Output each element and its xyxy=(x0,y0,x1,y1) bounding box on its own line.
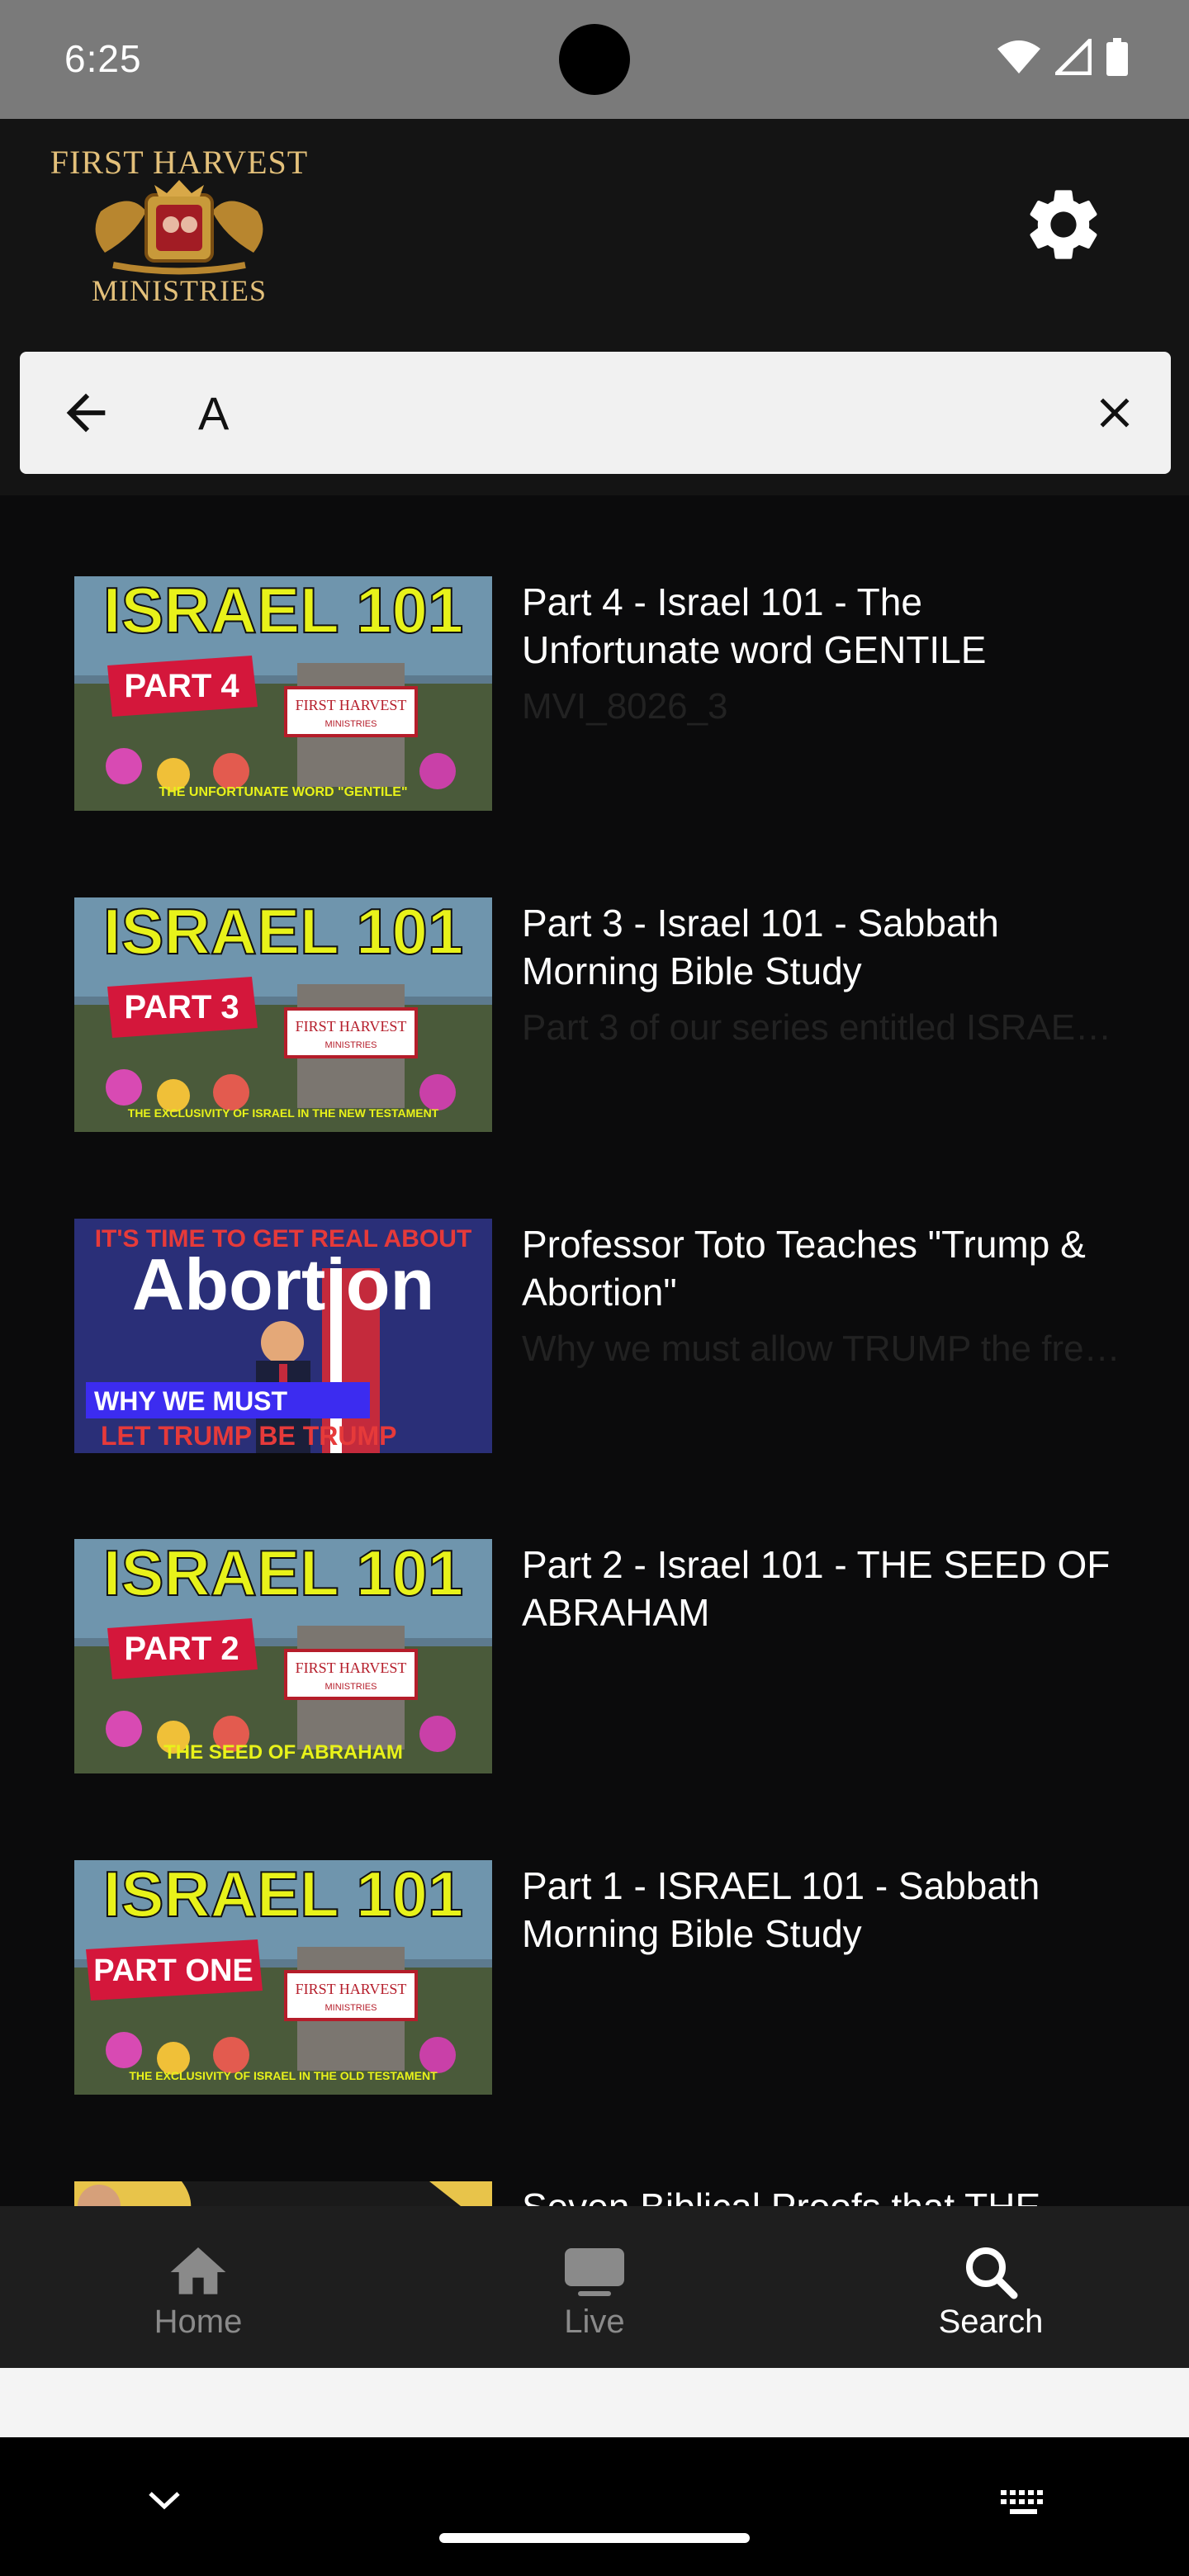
list-item[interactable]: FIRST HARVEST MINISTRIES ISRAEL 101 PART… xyxy=(0,1860,1189,2182)
nav-item-search[interactable]: Search xyxy=(793,2206,1189,2368)
home-icon xyxy=(165,2239,231,2305)
svg-text:FIRST HARVEST: FIRST HARVEST xyxy=(296,1660,407,1676)
camera-cutout xyxy=(559,24,630,95)
system-navigation-bar xyxy=(0,2437,1189,2576)
result-title: Part 3 - Israel 101 - Sabbath Morning Bi… xyxy=(522,902,999,992)
svg-text:MINISTRIES: MINISTRIES xyxy=(325,1682,377,1692)
svg-text:ISRAEL 101: ISRAEL 101 xyxy=(103,1539,463,1609)
svg-text:FIRST HARVEST: FIRST HARVEST xyxy=(296,1018,407,1035)
settings-button[interactable] xyxy=(1021,182,1106,268)
signal-icon xyxy=(1055,39,1092,75)
app-header: FIRST HARVEST MINISTRIES xyxy=(0,119,1189,495)
ministry-logo: FIRST HARVEST MINISTRIES xyxy=(43,137,315,310)
svg-text:PART 4: PART 4 xyxy=(124,668,239,704)
result-title: Part 1 - ISRAEL 101 - Sabbath Morning Bi… xyxy=(522,1864,1040,1955)
list-item[interactable]: Seven Biblical Proofs that THE xyxy=(0,2181,1189,2206)
list-item[interactable]: FIRST HARVEST MINISTRIES ISRAEL 101 PART… xyxy=(0,897,1189,1219)
logo-text-bottom: MINISTRIES xyxy=(92,274,267,307)
search-icon xyxy=(958,2239,1024,2305)
list-item[interactable]: FIRST HARVEST MINISTRIES ISRAEL 101 PART… xyxy=(0,576,1189,898)
arrow-left-icon xyxy=(66,393,106,433)
search-results-list: FIRST HARVEST MINISTRIES ISRAEL 101 PART… xyxy=(0,495,1189,2206)
nav-label-live: Live xyxy=(564,2304,625,2340)
svg-text:FIRST HARVEST: FIRST HARVEST xyxy=(296,697,407,713)
status-icons xyxy=(997,38,1128,76)
svg-text:PART ONE: PART ONE xyxy=(93,1953,253,1988)
svg-text:THE SEED OF ABRAHAM: THE SEED OF ABRAHAM xyxy=(163,1741,403,1764)
result-description: MVI_8026_3 xyxy=(522,686,728,727)
gear-icon xyxy=(1030,190,1097,259)
video-thumbnail: FIRST HARVEST MINISTRIES ISRAEL 101 PART… xyxy=(74,1860,492,2095)
result-title: Seven Biblical Proofs that THE xyxy=(522,2183,1125,2206)
result-title: Part 4 - Israel 101 - The Unfortunate wo… xyxy=(522,580,987,671)
video-thumbnail: FIRST HARVEST MINISTRIES ISRAEL 101 PART… xyxy=(74,1539,492,1773)
status-time: 6:25 xyxy=(64,37,142,80)
result-description: Why we must allow TRUMP the freedom xyxy=(522,1328,1125,1369)
search-clear-button[interactable] xyxy=(1082,380,1148,446)
svg-text:WHY WE MUST: WHY WE MUST xyxy=(94,1386,288,1416)
keyboard-icon[interactable] xyxy=(999,2487,1047,2524)
search-back-button[interactable] xyxy=(53,380,119,446)
svg-text:PART 3: PART 3 xyxy=(124,989,239,1025)
chevron-down-icon[interactable] xyxy=(145,2488,183,2517)
battery-icon xyxy=(1106,38,1128,76)
video-thumbnail xyxy=(74,2181,492,2206)
svg-text:MINISTRIES: MINISTRIES xyxy=(325,719,377,729)
svg-text:ISRAEL 101: ISRAEL 101 xyxy=(103,576,463,646)
logo-text-top: FIRST HARVEST xyxy=(50,144,308,181)
nav-item-live[interactable]: Live xyxy=(396,2206,793,2368)
video-thumbnail: IT'S TIME TO GET REAL ABOUT Abortion WHY… xyxy=(74,1219,492,1453)
svg-text:MINISTRIES: MINISTRIES xyxy=(325,1040,377,1050)
search-bar xyxy=(20,352,1171,474)
svg-text:THE EXCLUSIVITY OF ISRAEL IN T: THE EXCLUSIVITY OF ISRAEL IN THE NEW TES… xyxy=(128,1106,439,1120)
svg-text:MINISTRIES: MINISTRIES xyxy=(325,2003,377,2013)
svg-text:FIRST HARVEST: FIRST HARVEST xyxy=(296,1981,407,1997)
svg-text:LET TRUMP BE TRUMP: LET TRUMP BE TRUMP xyxy=(101,1421,397,1451)
wifi-icon xyxy=(997,40,1040,73)
home-gesture-bar[interactable] xyxy=(439,2533,750,2543)
svg-text:PART 2: PART 2 xyxy=(124,1631,239,1667)
nav-label-search: Search xyxy=(938,2304,1044,2340)
bottom-navigation: Home Live Search xyxy=(0,2206,1189,2368)
result-title: Professor Toto Teaches "Trump & Abortion… xyxy=(522,1223,1086,1314)
svg-text:THE UNFORTUNATE WORD "GENTILE": THE UNFORTUNATE WORD "GENTILE" xyxy=(159,785,407,799)
list-item[interactable]: FIRST HARVEST MINISTRIES ISRAEL 101 PART… xyxy=(0,1539,1189,1861)
nav-item-home[interactable]: Home xyxy=(0,2206,396,2368)
keyboard-area-strip xyxy=(0,2368,1189,2437)
tv-icon xyxy=(561,2239,628,2305)
result-title: Part 2 - Israel 101 - THE SEED OF ABRAHA… xyxy=(522,1543,1111,1634)
close-icon xyxy=(1100,398,1130,428)
svg-text:Abortion: Abortion xyxy=(132,1243,435,1325)
svg-text:ISRAEL 101: ISRAEL 101 xyxy=(103,897,463,968)
nav-label-home: Home xyxy=(154,2304,243,2340)
search-input[interactable] xyxy=(198,376,1057,449)
video-thumbnail: FIRST HARVEST MINISTRIES ISRAEL 101 PART… xyxy=(74,576,492,811)
video-thumbnail: FIRST HARVEST MINISTRIES ISRAEL 101 PART… xyxy=(74,897,492,1132)
svg-text:THE EXCLUSIVITY OF ISRAEL IN T: THE EXCLUSIVITY OF ISRAEL IN THE OLD TES… xyxy=(129,2069,438,2082)
list-item[interactable]: IT'S TIME TO GET REAL ABOUT Abortion WHY… xyxy=(0,1219,1189,1541)
status-bar: 6:25 xyxy=(0,0,1189,119)
result-description: Part 3 of our series entitled ISRAEL 101 xyxy=(522,1007,1125,1048)
svg-text:ISRAEL 101: ISRAEL 101 xyxy=(103,1860,463,1930)
